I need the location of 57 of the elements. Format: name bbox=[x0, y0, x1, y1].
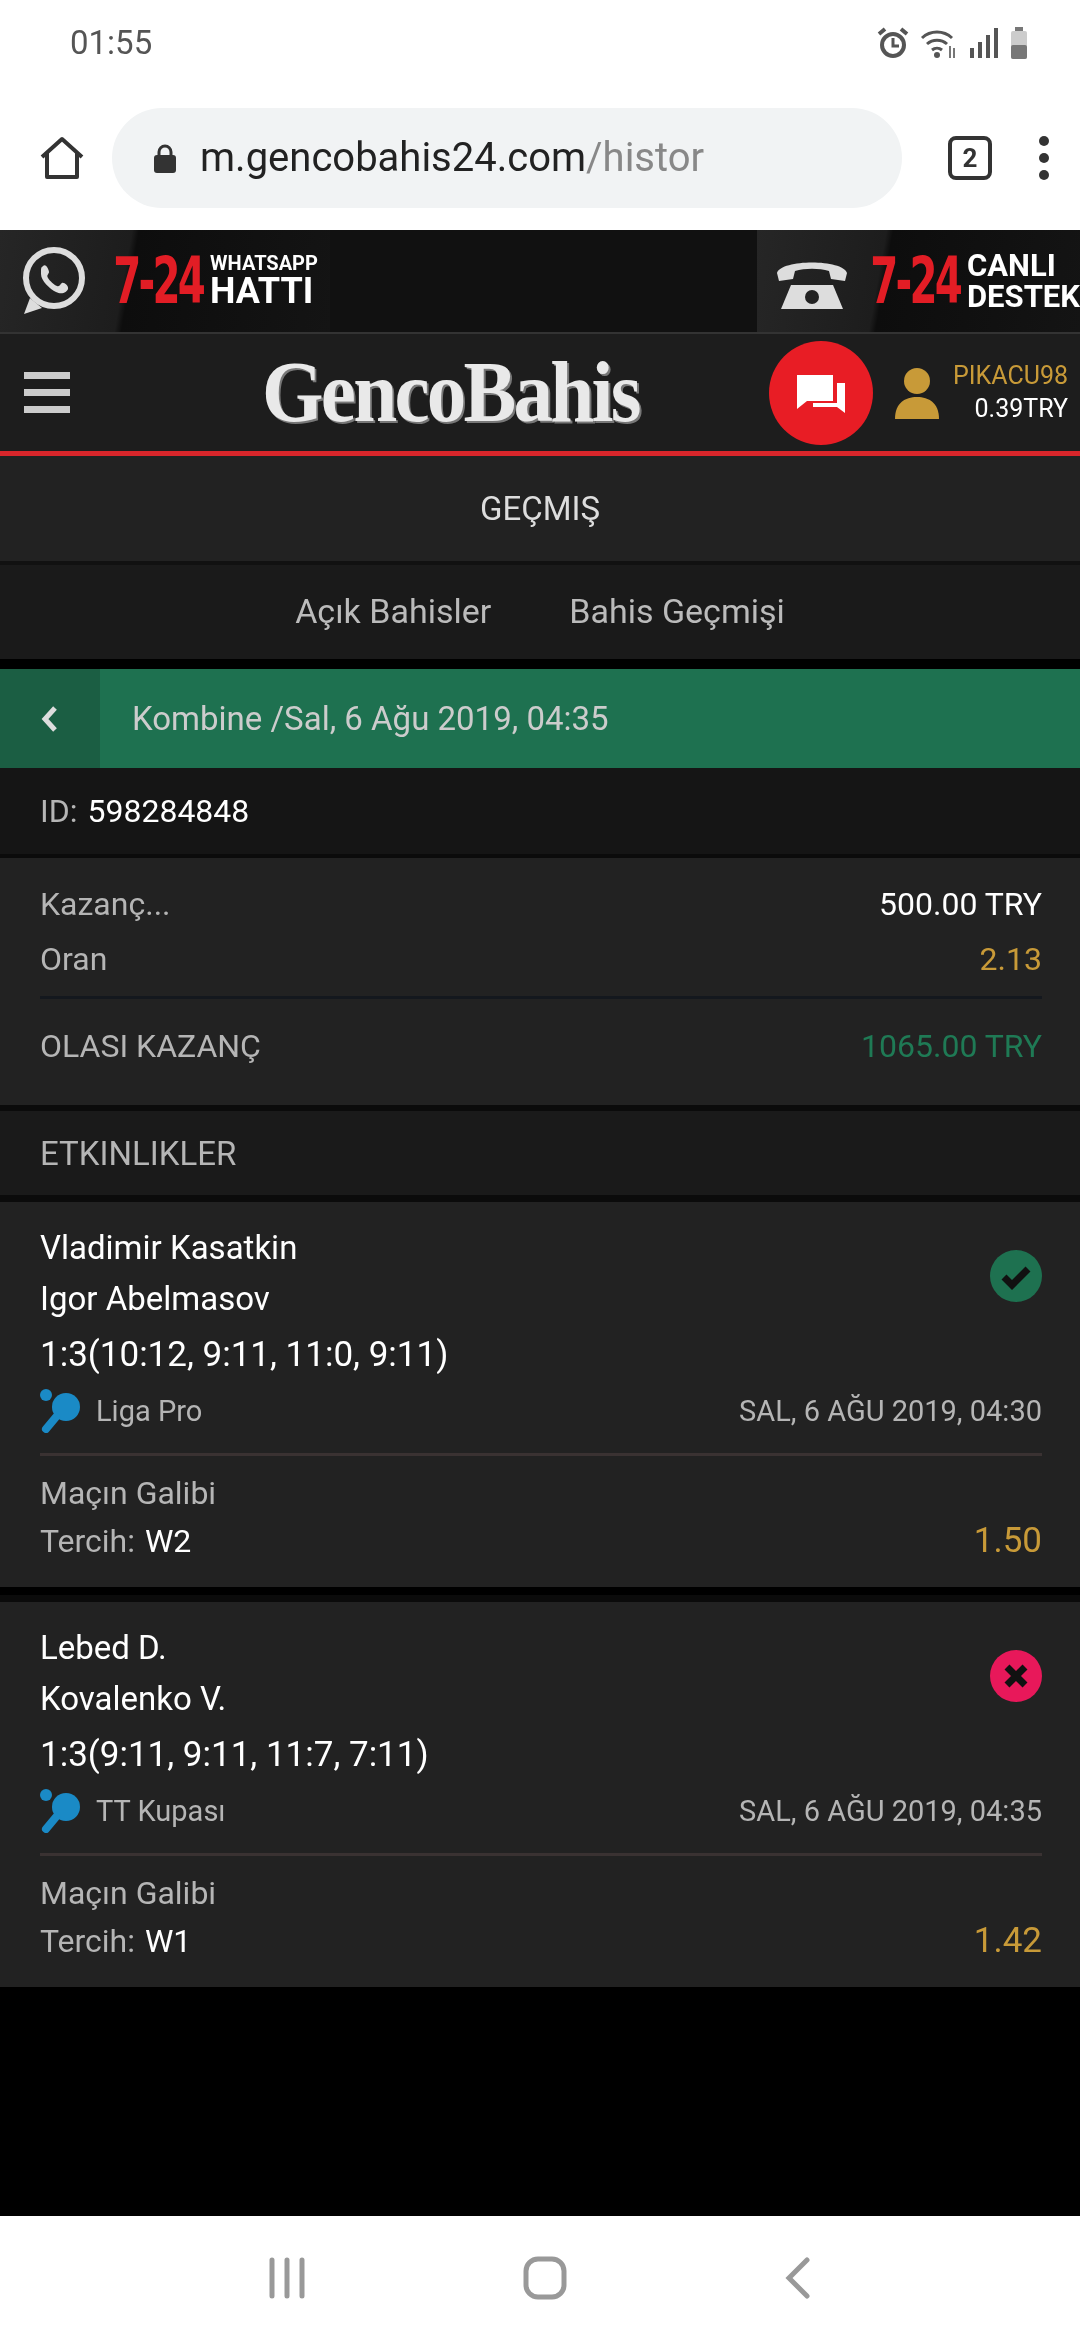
lock-icon bbox=[152, 142, 178, 173]
hotline-number: 7-24 bbox=[113, 249, 203, 313]
paddle-icon bbox=[40, 1789, 82, 1833]
pick-value: W1 bbox=[144, 1921, 192, 1960]
tab[interactable]: Açık Bahisler bbox=[295, 580, 492, 644]
alarm-icon bbox=[876, 25, 910, 60]
battery-icon bbox=[1010, 26, 1028, 59]
market-name: Maçın Galibi bbox=[40, 1474, 218, 1512]
tab-count-button[interactable]: 2 bbox=[948, 135, 992, 180]
pick-value: W2 bbox=[144, 1521, 192, 1560]
username[interactable]: PIKACU98 bbox=[953, 360, 1068, 393]
more-icon[interactable] bbox=[1038, 134, 1050, 181]
player-name: Lebed D. bbox=[40, 1628, 168, 1667]
back-icon[interactable] bbox=[785, 2257, 811, 2299]
address-bar[interactable]: m.gencobahis24.com/histor bbox=[112, 107, 902, 208]
chevron-left-icon bbox=[41, 705, 59, 732]
odds-value: 1.42 bbox=[973, 1920, 1042, 1961]
page-title: GEÇMIŞ bbox=[0, 456, 1080, 565]
site-logo[interactable]: GencoBahis bbox=[262, 342, 639, 442]
banner-label: WHATSAPP bbox=[210, 253, 318, 273]
match-score: 1:3(9:11, 9:11, 11:7, 7:11) bbox=[40, 1734, 429, 1775]
payout-label: OLASI KAZANÇ bbox=[40, 1027, 261, 1065]
odds-value: 1.50 bbox=[973, 1520, 1042, 1561]
pick-label: Tercih: bbox=[40, 1921, 135, 1960]
league-name: Liga Pro bbox=[96, 1394, 203, 1428]
clock-time: 01:55 bbox=[70, 23, 153, 62]
league-name: TT Kupası bbox=[96, 1794, 226, 1828]
id-label: ID: bbox=[40, 792, 78, 830]
player-name: Vladimir Kasatkin bbox=[40, 1228, 299, 1267]
bet-title: Kombine /Sal, 6 Ağu 2019, 04:35 bbox=[132, 699, 609, 738]
user-icon[interactable] bbox=[895, 366, 939, 419]
tab[interactable]: Bahis Geçmişi bbox=[569, 580, 785, 644]
match-date: SAL, 6 AĞU 2019, 04:30 bbox=[739, 1394, 1042, 1428]
player-name: Igor Abelmasov bbox=[40, 1279, 271, 1318]
banner-label: HATTI bbox=[210, 273, 315, 309]
market-name: Maçın Galibi bbox=[40, 1874, 218, 1912]
bet-id: 598284848 bbox=[87, 792, 250, 830]
signal-icon bbox=[968, 25, 1000, 60]
summary-value: 500.00 TRY bbox=[879, 884, 1042, 923]
menu-icon[interactable] bbox=[24, 372, 70, 413]
summary-value: 2.13 bbox=[979, 939, 1042, 978]
banner-label: CANLI bbox=[966, 250, 1057, 281]
match-date: SAL, 6 AĞU 2019, 04:35 bbox=[739, 1794, 1042, 1828]
home-icon[interactable] bbox=[38, 134, 86, 181]
paddle-icon bbox=[40, 1389, 82, 1433]
hotline-number: 7-24 bbox=[870, 249, 960, 313]
url-text: m.gencobahis24.com/histor bbox=[200, 134, 705, 181]
match-score: 1:3(10:12, 9:11, 11:0, 9:11) bbox=[40, 1334, 449, 1375]
balance: 0.39TRY bbox=[974, 392, 1068, 425]
pick-label: Tercih: bbox=[40, 1521, 135, 1560]
banner-label: DESTEK bbox=[966, 281, 1080, 312]
summary-label: Kazanç... bbox=[40, 884, 171, 923]
recent-apps-icon[interactable] bbox=[269, 2257, 305, 2299]
section-title: ETKINLIKLER bbox=[0, 1111, 1080, 1195]
player-name: Kovalenko V. bbox=[40, 1679, 228, 1718]
summary-label: Oran bbox=[40, 939, 108, 978]
payout-value: 1065.00 TRY bbox=[861, 1027, 1042, 1065]
